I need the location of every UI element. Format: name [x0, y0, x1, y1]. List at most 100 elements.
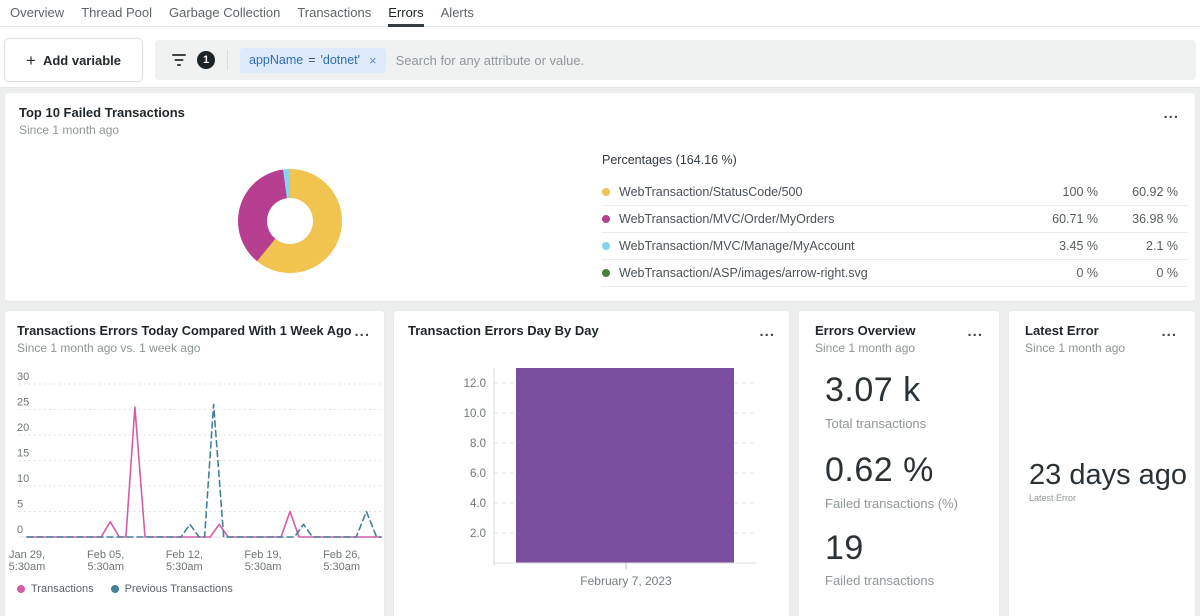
legend-pct-of-top: 60.71 %	[1018, 212, 1098, 226]
add-variable-label: Add variable	[43, 53, 121, 68]
line-chart: 302520151050Jan 29,5:30amFeb 05,5:30amFe…	[5, 311, 385, 616]
legend-item-previous-transactions[interactable]: Previous Transactions	[111, 583, 233, 595]
panel-transactions-errors-compare: 302520151050Jan 29,5:30amFeb 05,5:30amFe…	[4, 310, 385, 616]
legend-header: Percentages (164.16 %)	[602, 153, 1188, 167]
stat-total-transactions-label: Total transactions	[825, 416, 926, 431]
donut-legend-table: Percentages (164.16 %) WebTransaction/St…	[602, 153, 1188, 287]
panel-menu-icon[interactable]: ...	[1161, 327, 1177, 337]
chip-operator: =	[308, 53, 315, 67]
panel-subtitle: Since 1 month ago	[815, 341, 915, 355]
panel-title: Latest Error	[1025, 323, 1099, 338]
legend-item-transactions[interactable]: Transactions	[17, 583, 94, 595]
x-axis-tick-label: Feb 19,	[244, 549, 281, 561]
toolbar: + Add variable 1 appName = 'dotnet' ×	[0, 27, 1200, 88]
y-axis-tick-label: 12.0	[464, 378, 486, 390]
x-axis-tick-label: Feb 12,	[166, 549, 203, 561]
add-variable-button[interactable]: + Add variable	[4, 38, 143, 82]
panel-title: Top 10 Failed Transactions	[19, 105, 185, 120]
panel-latest-error: Latest Error Since 1 month ago ... 23 da…	[1008, 310, 1196, 616]
legend-pct: 36.98 %	[1098, 212, 1178, 226]
legend-transaction-name: WebTransaction/ASP/images/arrow-right.sv…	[619, 266, 1018, 280]
dashboard: Top 10 Failed Transactions Since 1 month…	[0, 88, 1200, 616]
y-axis-tick-label: 4.0	[470, 498, 486, 510]
panel-top10-failed-transactions: Top 10 Failed Transactions Since 1 month…	[4, 92, 1196, 302]
bar-february-7-2023[interactable]	[516, 368, 734, 563]
filter-divider	[227, 50, 228, 70]
panel-subtitle: Since 1 month ago vs. 1 week ago	[17, 341, 200, 355]
donut-chart	[235, 166, 345, 276]
line-chart-legend: Transactions Previous Transactions	[17, 583, 233, 595]
line-series-transactions	[27, 407, 381, 537]
top-nav: Overview Thread Pool Garbage Collection Tra…	[0, 0, 1200, 27]
legend-pct: 0 %	[1098, 266, 1178, 280]
app-root: Overview Thread Pool Garbage Collection Tra…	[0, 0, 1200, 616]
tab-transactions[interactable]: Transactions	[297, 0, 371, 26]
x-axis-tick-label: 5:30am	[245, 561, 282, 573]
y-axis-tick-label: 10.0	[464, 408, 486, 420]
panel-menu-icon[interactable]: ...	[759, 327, 775, 337]
y-axis-tick-label: 2.0	[470, 528, 486, 540]
legend-transaction-name: WebTransaction/StatusCode/500	[619, 185, 1018, 199]
legend-pct: 2.1 %	[1098, 239, 1178, 253]
stat-failed-count-value: 19	[825, 531, 864, 565]
y-axis-tick-label: 0	[17, 524, 23, 536]
y-axis-tick-label: 6.0	[470, 468, 486, 480]
legend-pct-of-top: 0 %	[1018, 266, 1098, 280]
x-axis-tick-label: Feb 05,	[87, 549, 124, 561]
panel-menu-icon[interactable]: ...	[354, 327, 370, 337]
legend-row[interactable]: WebTransaction/MVC/Order/MyOrders60.71 %…	[602, 206, 1188, 233]
latest-error-value: 23 days ago	[1029, 459, 1187, 492]
legend-dot	[111, 585, 119, 593]
attribute-search-input[interactable]	[396, 53, 1184, 68]
x-axis-tick-label: Feb 26,	[323, 549, 360, 561]
y-axis-tick-label: 5	[17, 499, 23, 511]
legend-row[interactable]: WebTransaction/ASP/images/arrow-right.sv…	[602, 260, 1188, 287]
y-axis-tick-label: 8.0	[470, 438, 486, 450]
legend-transaction-name: WebTransaction/MVC/Order/MyOrders	[619, 212, 1018, 226]
panel-title: Transaction Errors Day By Day	[408, 323, 599, 338]
x-axis-category-label: February 7, 2023	[580, 574, 672, 588]
panel-title: Transactions Errors Today Compared With …	[17, 323, 352, 338]
tab-errors[interactable]: Errors	[388, 0, 423, 26]
legend-label: Transactions	[31, 583, 94, 595]
legend-row[interactable]: WebTransaction/StatusCode/500100 %60.92 …	[602, 179, 1188, 206]
filter-bar[interactable]: 1 appName = 'dotnet' ×	[155, 40, 1196, 80]
legend-pct-of-top: 100 %	[1018, 185, 1098, 199]
legend-pct-of-top: 3.45 %	[1018, 239, 1098, 253]
panel-menu-icon[interactable]: ...	[967, 327, 983, 337]
x-axis-tick-label: 5:30am	[9, 561, 46, 573]
tab-garbage-collection[interactable]: Garbage Collection	[169, 0, 280, 26]
tab-alerts[interactable]: Alerts	[441, 0, 474, 26]
line-series-previous-transactions	[27, 404, 381, 537]
stat-failed-pct-label: Failed transactions (%)	[825, 496, 958, 511]
legend-dot	[602, 269, 610, 277]
chip-remove-icon[interactable]: ×	[369, 53, 377, 68]
legend-row[interactable]: WebTransaction/MVC/Manage/MyAccount3.45 …	[602, 233, 1188, 260]
legend-dot	[602, 215, 610, 223]
legend-transaction-name: WebTransaction/MVC/Manage/MyAccount	[619, 239, 1018, 253]
filter-icon	[171, 54, 187, 66]
panel-subtitle: Since 1 month ago	[19, 123, 119, 137]
x-axis-tick-label: Jan 29,	[9, 549, 45, 561]
y-axis-tick-label: 20	[17, 422, 29, 434]
tab-overview[interactable]: Overview	[10, 0, 64, 26]
panel-transaction-errors-day-by-day: 2.0 4.0 6.0 8.0 10.0 12.0 February 7, 2023 Tra…	[393, 310, 790, 616]
y-axis-tick-label: 10	[17, 473, 29, 485]
legend-pct: 60.92 %	[1098, 185, 1178, 199]
y-axis-tick-label: 15	[17, 448, 29, 460]
tab-thread-pool[interactable]: Thread Pool	[81, 0, 152, 26]
panel-errors-overview: Errors Overview Since 1 month ago ... 3.…	[798, 310, 1000, 616]
stat-total-transactions-value: 3.07 k	[825, 373, 921, 407]
bar-chart: 2.0 4.0 6.0 8.0 10.0 12.0 February 7, 2023	[394, 311, 790, 616]
x-axis-tick-label: 5:30am	[87, 561, 124, 573]
panel-menu-icon[interactable]: ...	[1163, 109, 1179, 119]
y-axis-tick-label: 25	[17, 397, 29, 409]
x-axis-tick-label: 5:30am	[323, 561, 360, 573]
legend-dot	[17, 585, 25, 593]
legend-label: Previous Transactions	[125, 583, 233, 595]
filter-count-badge: 1	[197, 51, 215, 69]
stat-failed-count-label: Failed transactions	[825, 573, 934, 588]
filter-chip[interactable]: appName = 'dotnet' ×	[240, 48, 386, 73]
legend-dot	[602, 188, 610, 196]
y-axis-tick-label: 30	[17, 371, 29, 383]
